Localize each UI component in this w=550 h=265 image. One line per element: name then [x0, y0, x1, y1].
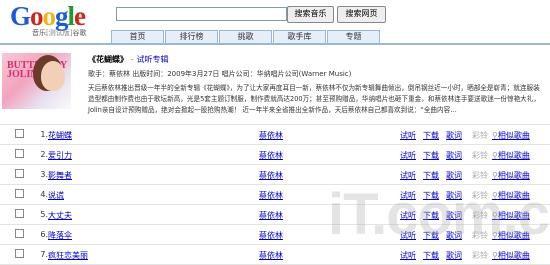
table-row: 2. 爱引力 蔡依林 试听 下载 歌词 彩铃 ⚲相似歌曲	[0, 145, 550, 165]
song-title-link[interactable]: 大丈夫	[48, 210, 72, 221]
ringtone-label: 彩铃	[472, 171, 488, 180]
tab-topics[interactable]: 专题	[327, 30, 380, 44]
tab-charts[interactable]: 排行榜	[165, 30, 218, 44]
tab-pick-songs[interactable]: 挑歌	[219, 30, 272, 44]
listen-link[interactable]: 试听	[400, 150, 416, 161]
table-row: 1. 花蝴蝶 蔡依林 试听 下载 歌词 彩铃 ⚲相似歌曲	[0, 124, 550, 145]
song-title-link[interactable]: 花蝴蝶	[48, 130, 72, 141]
artist-link[interactable]: 蔡依林	[259, 150, 283, 161]
download-link[interactable]: 下载	[423, 130, 439, 141]
search-web-button[interactable]: 搜索网页	[337, 6, 386, 23]
song-checkbox[interactable]	[15, 169, 24, 178]
album-description: 天后蔡依林推出晋级一年半的全新专辑《花蝴蝶》，为了让大家再度耳目一新，蔡依林不仅…	[88, 84, 540, 114]
similar-songs-link[interactable]: ⚲相似歌曲	[492, 170, 530, 181]
nav-tabs: 首页 排行榜 挑歌 歌手库 专题	[111, 30, 380, 44]
song-checkbox[interactable]	[15, 249, 24, 258]
listen-link[interactable]: 试听	[400, 170, 416, 181]
song-checkbox[interactable]	[15, 149, 24, 158]
artist-link[interactable]: 蔡依林	[259, 170, 283, 181]
album-title: 《花蝴蝶》	[88, 55, 128, 64]
lyrics-link[interactable]: 歌词	[446, 170, 462, 181]
search-music-button[interactable]: 搜索音乐	[287, 6, 334, 23]
watermark: iT.com.cn	[328, 182, 550, 247]
ringtone-label: 彩铃	[472, 151, 488, 160]
song-title-link[interactable]: 降落伞	[48, 230, 72, 241]
similar-songs-link[interactable]: ⚲相似歌曲	[492, 150, 530, 161]
search-input[interactable]	[116, 7, 287, 21]
song-checkbox[interactable]	[15, 209, 24, 218]
artist-link[interactable]: 蔡依林	[259, 130, 283, 141]
table-row: 7. 疯狂恋美丽 蔡依林 试听 下载 歌词 彩铃 ⚲相似歌曲	[0, 245, 550, 265]
artist-link[interactable]: 蔡依林	[259, 190, 283, 201]
header-divider	[0, 43, 550, 45]
album-cover[interactable]: BUTTERFLY JOLIN	[2, 53, 71, 109]
logo-subtitle: 音乐[测试版]谷歌	[32, 29, 87, 37]
song-title-link[interactable]: 爱引力	[48, 150, 72, 161]
album-meta: 歌手：蔡依林 出版时间：2009年3月27日 唱片公司：华纳唱片公司(Warne…	[88, 70, 352, 78]
listen-album-link[interactable]: 试听专辑	[136, 55, 168, 64]
album-cover-face	[41, 61, 65, 91]
similar-songs-link[interactable]: ⚲相似歌曲	[492, 130, 530, 141]
download-link[interactable]: 下载	[423, 170, 439, 181]
lyrics-link[interactable]: 歌词	[446, 150, 462, 161]
song-checkbox[interactable]	[15, 129, 24, 138]
song-title-link[interactable]: 影舞者	[48, 170, 72, 181]
ringtone-label: 彩铃	[472, 131, 488, 140]
tab-artists[interactable]: 歌手库	[273, 30, 326, 44]
album-title-line: 《花蝴蝶》 - 试听专辑	[88, 55, 169, 64]
listen-link[interactable]: 试听	[400, 130, 416, 141]
song-checkbox[interactable]	[15, 229, 24, 238]
artist-link[interactable]: 蔡依林	[259, 230, 283, 241]
lyrics-link[interactable]: 歌词	[446, 130, 462, 141]
song-checkbox[interactable]	[15, 189, 24, 198]
download-link[interactable]: 下载	[423, 150, 439, 161]
song-title-link[interactable]: 说谎	[48, 190, 64, 201]
google-music-logo[interactable]: Google 音乐[测试版]谷歌	[10, 1, 95, 38]
tab-home[interactable]: 首页	[111, 30, 164, 44]
logo-word: Google	[10, 1, 86, 31]
artist-link[interactable]: 蔡依林	[259, 210, 283, 221]
